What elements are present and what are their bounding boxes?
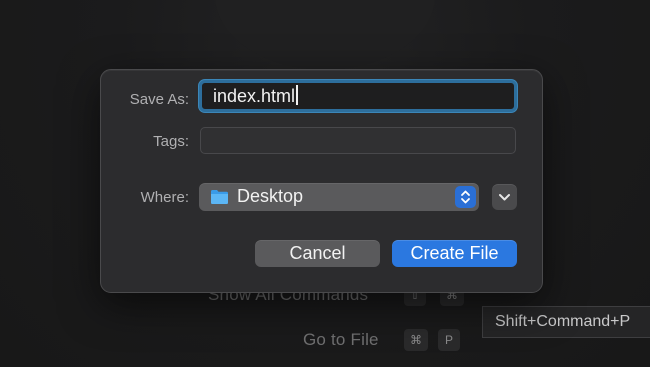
save-dialog: Save As: index.html Tags: Where: Desktop: [100, 69, 543, 293]
command-hint-go-to-file: Go to File: [303, 330, 379, 349]
filename-input[interactable]: index.html: [199, 80, 517, 112]
expand-dialog-button[interactable]: [492, 184, 517, 210]
tags-label: Tags:: [153, 133, 189, 150]
where-location-popup[interactable]: Desktop: [199, 183, 479, 211]
where-label: Where:: [140, 189, 189, 206]
tags-input[interactable]: [200, 127, 516, 154]
app-window: Show All Commands ⇧ ⌘ Go to File ⌘ P Shi…: [0, 0, 650, 367]
shortcut-tooltip: Shift+Command+P: [482, 306, 650, 338]
background-logo: [215, 0, 435, 70]
cancel-button[interactable]: Cancel: [255, 240, 380, 267]
chevron-down-icon: [499, 194, 510, 201]
keycap-p: P: [438, 329, 460, 351]
up-down-chevron-icon[interactable]: [455, 186, 476, 208]
filename-value: index.html: [213, 86, 296, 106]
text-caret: [296, 85, 299, 105]
create-file-button[interactable]: Create File: [392, 240, 517, 267]
folder-icon: [211, 190, 228, 204]
where-value: Desktop: [237, 186, 304, 206]
save-as-label: Save As:: [129, 91, 189, 108]
keycap-command: ⌘: [404, 329, 428, 351]
